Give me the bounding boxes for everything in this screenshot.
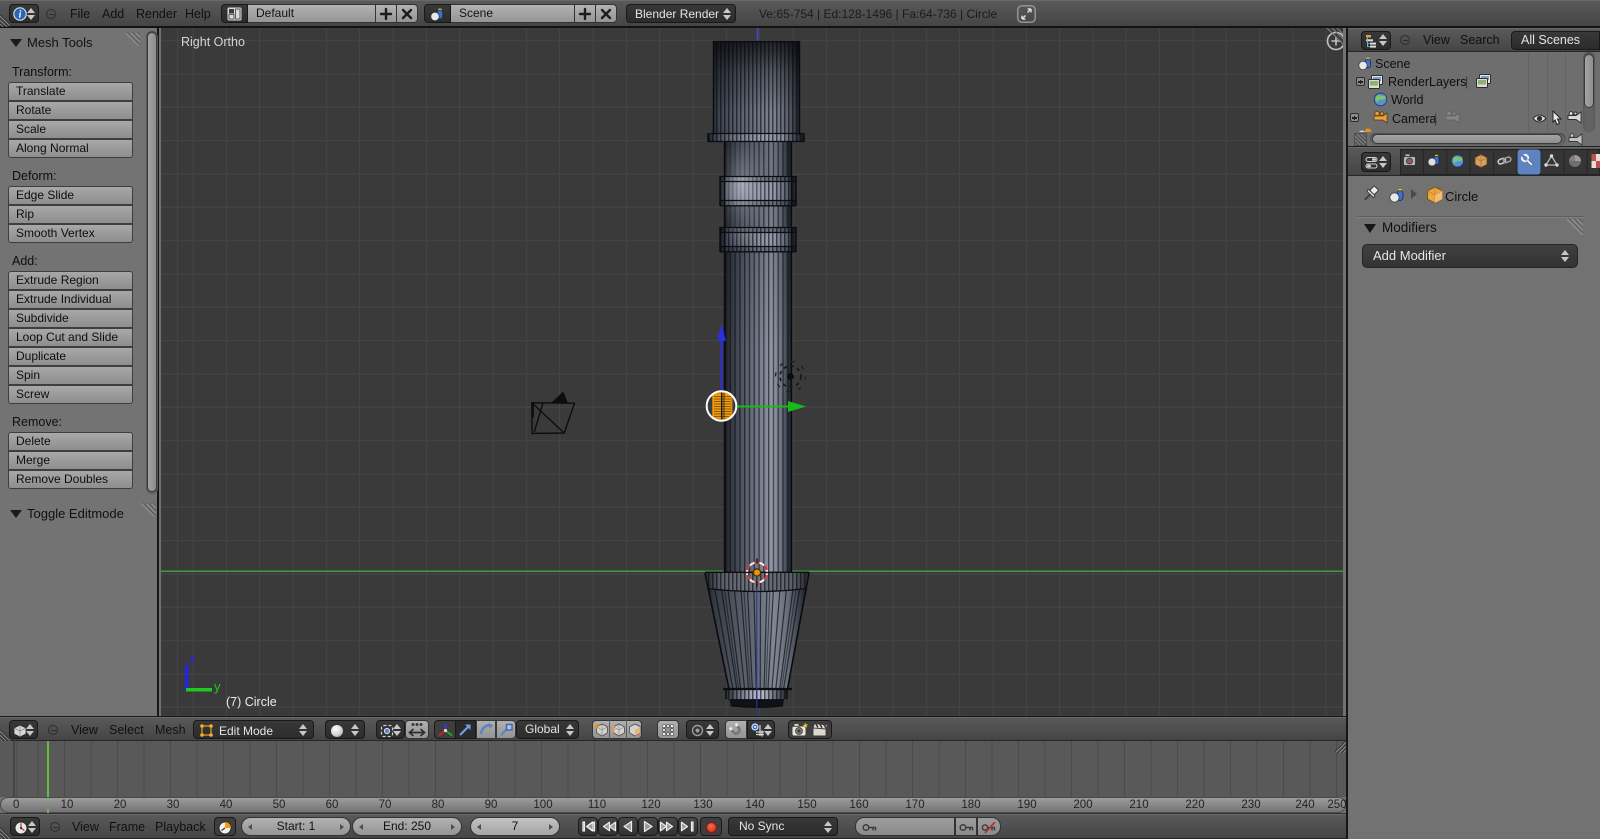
svg-text:y: y xyxy=(214,679,221,694)
svg-text:Right Ortho: Right Ortho xyxy=(181,35,245,49)
svg-text:(7) Circle: (7) Circle xyxy=(226,695,277,709)
svg-text:i: i xyxy=(19,9,22,20)
svg-text:z: z xyxy=(189,651,196,666)
